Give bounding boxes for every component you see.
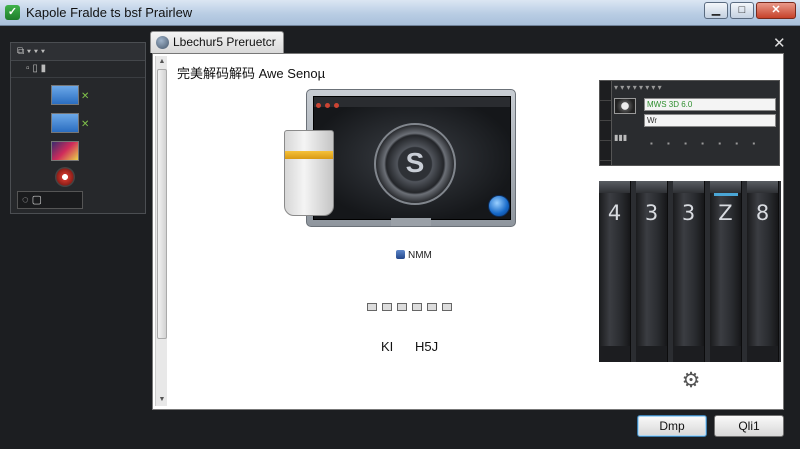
- mixer-toolbar: ▾ ▾ ▾ ▾ ▾ ▾ ▾ ▾: [614, 83, 662, 92]
- indicator-box: [412, 303, 422, 311]
- monitor-illustration: S: [306, 89, 516, 227]
- monitor-screen: S: [313, 96, 511, 220]
- card-stripe: [285, 151, 333, 159]
- fader-channel[interactable]: 4: [599, 181, 631, 362]
- checkmark-icon: ✕: [81, 119, 90, 130]
- ok-button[interactable]: Dmp: [637, 415, 707, 437]
- vertical-scrollbar[interactable]: ▲ ▼: [155, 56, 167, 406]
- value-label-a: KI: [381, 339, 394, 354]
- value-label-b: H5J: [415, 339, 439, 354]
- fader-highlight: [714, 193, 738, 196]
- device-label: NMM: [396, 250, 432, 261]
- indicator-box: [367, 303, 377, 311]
- disc-icon[interactable]: [55, 167, 75, 187]
- mixer-sidebar: [600, 81, 612, 165]
- indicator-box: [382, 303, 392, 311]
- monitor-stand: [391, 218, 431, 226]
- maximize-button[interactable]: □: [730, 2, 754, 19]
- fader-number: 8: [755, 201, 770, 225]
- dialog-close-icon[interactable]: ✕: [773, 34, 786, 52]
- fader-number: 4: [607, 201, 622, 225]
- tab-preferences[interactable]: Lbechur5 Preruetcr: [150, 31, 284, 53]
- speaker-icon[interactable]: [614, 98, 636, 114]
- monitor-toolbar: [314, 97, 510, 108]
- scroll-down-arrow-icon[interactable]: ▼: [156, 394, 168, 406]
- left-tool-panel: ⧉ ▾ ▾ ▾ ▫ ▯ ▮ ✕ ✕ ◌ ▢: [10, 42, 146, 214]
- dial-knob[interactable]: S: [374, 123, 456, 205]
- fader-number: Z: [718, 201, 733, 225]
- scroll-up-arrow-icon[interactable]: ▲: [156, 56, 168, 68]
- indicator-row: [367, 302, 457, 314]
- mixer-field-value[interactable]: Wr: [644, 114, 776, 127]
- fader-channel[interactable]: 3: [673, 181, 705, 362]
- mixer-indicators: ▪ ▪ ▪ ▪ ▪ ▪ ▪: [650, 139, 762, 148]
- close-button[interactable]: ✕: [756, 2, 796, 19]
- fader-number: 3: [644, 201, 659, 225]
- fader-number: 3: [681, 201, 696, 225]
- app-icon: ✓: [5, 5, 20, 20]
- gear-icon[interactable]: ⚙: [680, 370, 702, 392]
- tool-button-window[interactable]: [51, 113, 79, 133]
- card-illustration: [284, 130, 334, 216]
- scroll-thumb[interactable]: [157, 69, 167, 339]
- quit-button[interactable]: Qli1: [714, 415, 784, 437]
- globe-icon[interactable]: [488, 195, 510, 217]
- checkmark-icon: ✕: [81, 91, 90, 102]
- mixer-field-name[interactable]: MWS 3D 6.0: [644, 98, 776, 111]
- section-title: 完美解码解码 Awe Senoµ: [177, 66, 326, 81]
- fader-channel[interactable]: 3: [636, 181, 668, 362]
- panel-row[interactable]: ▫ ▯ ▮: [11, 61, 145, 78]
- fader-channel[interactable]: 8: [747, 181, 779, 362]
- tab-title: Lbechur5 Preruetcr: [173, 35, 276, 49]
- fader-bank: 4 3 3 Z 8: [599, 181, 781, 362]
- knob-glyph: S: [405, 147, 425, 178]
- fader-channel-active[interactable]: Z: [710, 181, 742, 362]
- mixer-preview: ▾ ▾ ▾ ▾ ▾ ▾ ▾ ▾ MWS 3D 6.0 Wr ▮▮▮ ▪ ▪ ▪ …: [599, 80, 780, 166]
- panel-control[interactable]: ◌ ▢: [17, 191, 83, 209]
- minimize-button[interactable]: ▁: [704, 2, 728, 19]
- panel-header[interactable]: ⧉ ▾ ▾ ▾: [11, 43, 145, 61]
- settings-icon: [156, 36, 169, 49]
- indicator-box: [397, 303, 407, 311]
- mixer-small-label: ▮▮▮: [614, 133, 628, 142]
- window-title-bar: ✓ Kapole Fralde ts bsf Prairlew ▁ □ ✕: [0, 0, 800, 26]
- indicator-box: [442, 303, 452, 311]
- tool-button-pen[interactable]: [51, 85, 79, 105]
- window-title: Kapole Fralde ts bsf Prairlew: [26, 5, 193, 20]
- indicator-box: [427, 303, 437, 311]
- tool-button-image[interactable]: [51, 141, 79, 161]
